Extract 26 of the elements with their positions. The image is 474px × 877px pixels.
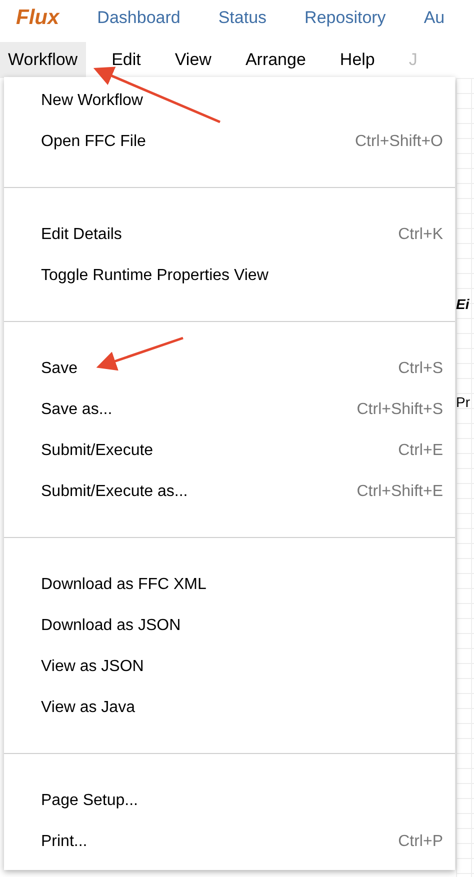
- nav-link[interactable]: Au: [424, 5, 445, 31]
- menu-item[interactable]: Open FFC File Ctrl+Shift+O: [4, 121, 455, 162]
- canvas-title: Ei: [456, 295, 470, 314]
- menu-bar-item[interactable]: Arrange: [237, 42, 314, 78]
- nav-link[interactable]: Status: [218, 5, 267, 31]
- menu-item[interactable]: Submit/Execute as... Ctrl+Shift+E: [4, 471, 455, 512]
- menu-item[interactable]: View as Java: [4, 687, 455, 728]
- menu-item[interactable]: Print... Ctrl+P: [4, 821, 455, 862]
- menu-item[interactable]: Toggle Runtime Properties View: [4, 255, 455, 296]
- menu-bar-item[interactable]: Edit: [104, 42, 149, 78]
- canvas-label: Pr: [456, 393, 470, 412]
- menu-item[interactable]: Save as... Ctrl+Shift+S: [4, 389, 455, 430]
- menu-item[interactable]: New Workflow: [4, 80, 455, 121]
- menu-item[interactable]: Save Ctrl+S: [4, 348, 455, 389]
- menu-item[interactable]: Download as JSON: [4, 605, 455, 646]
- menu-item[interactable]: View as JSON: [4, 646, 455, 687]
- menu-bar-item[interactable]: Help: [332, 42, 383, 78]
- menu-bar-item[interactable]: Workflow: [0, 42, 86, 78]
- menu-item[interactable]: Page Setup...: [4, 780, 455, 821]
- nav-link[interactable]: Dashboard: [97, 5, 180, 31]
- menu-item[interactable]: Submit/Execute Ctrl+E: [4, 430, 455, 471]
- nav-link[interactable]: Repository: [304, 5, 386, 31]
- menu-item[interactable]: Download as FFC XML: [4, 564, 455, 605]
- menu-bar-item[interactable]: View: [166, 42, 220, 78]
- menu-item[interactable]: Edit Details Ctrl+K: [4, 214, 455, 255]
- logo[interactable]: Flux: [16, 2, 60, 34]
